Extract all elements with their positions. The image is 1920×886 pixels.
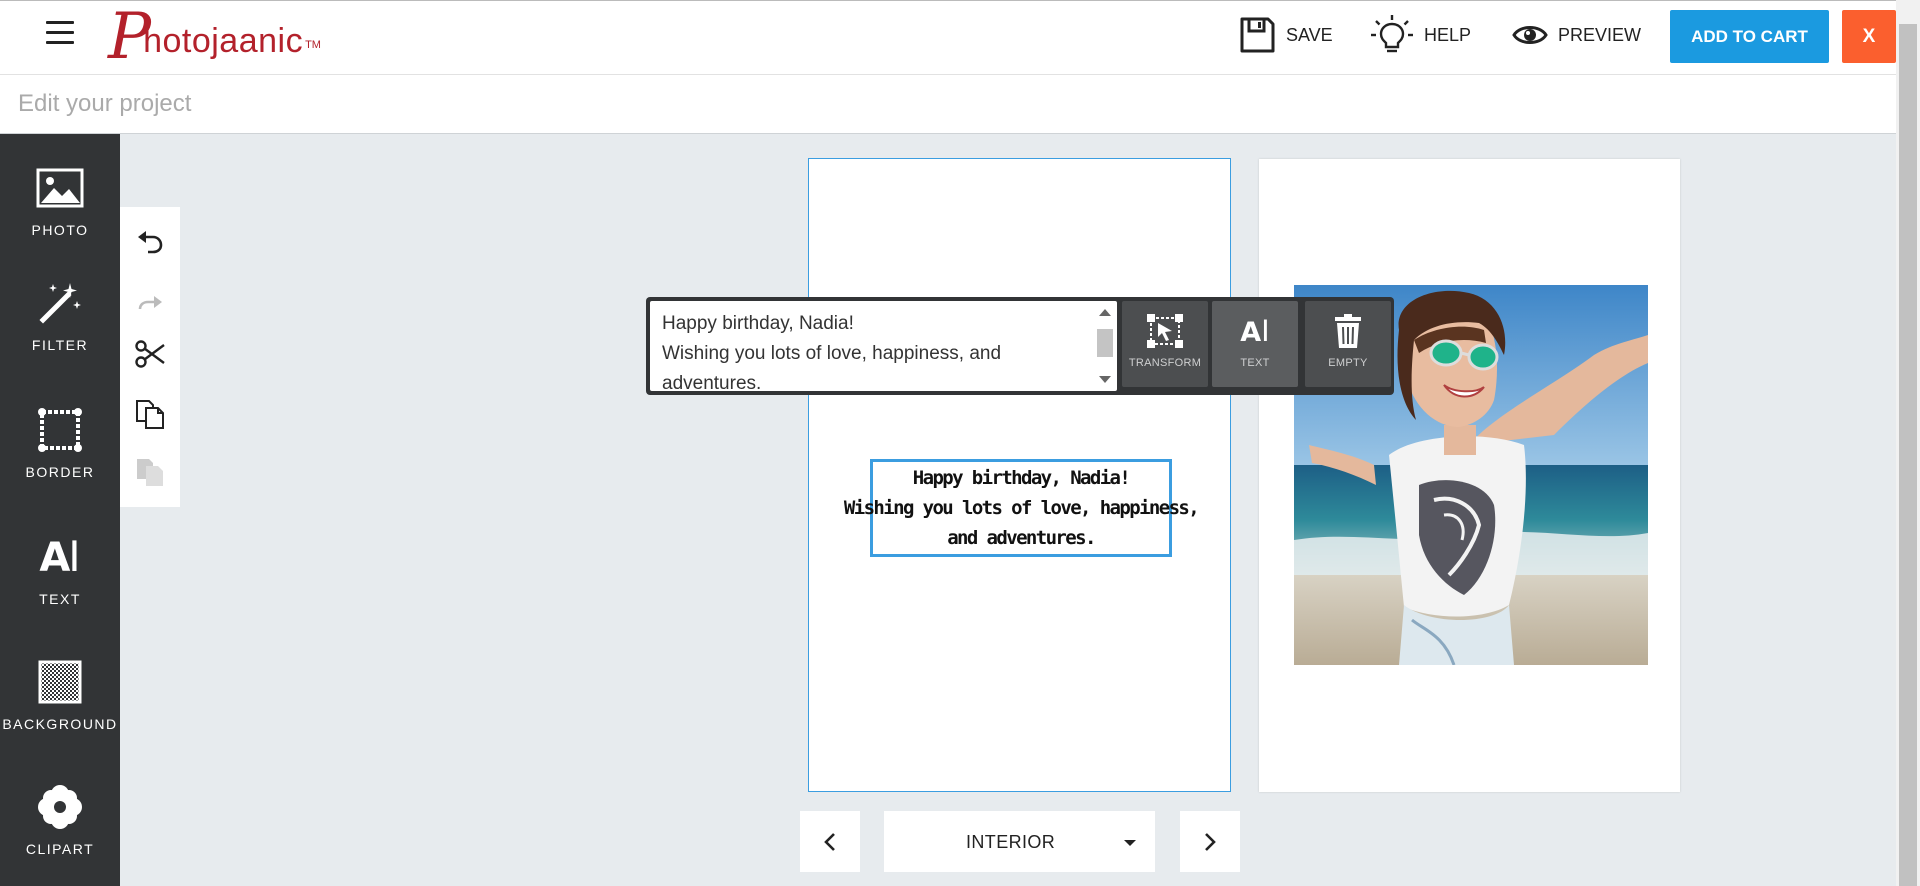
lightbulb-icon [1371,15,1413,53]
undo-icon [138,231,163,254]
scroll-thumb[interactable] [1097,329,1113,357]
redo-button[interactable] [120,277,180,327]
sidebar-item-clipart[interactable]: CLIPART [0,759,120,879]
checker-icon [38,660,82,704]
project-name-bar [0,75,1896,134]
undo-button[interactable] [120,218,180,268]
chevron-left-icon [824,832,835,851]
copy-icon [136,400,164,429]
text-icon: AI [1240,314,1270,348]
photo-icon [36,168,84,208]
project-name-input[interactable] [0,75,1896,133]
transform-button[interactable]: TRANSFORM [1122,301,1208,387]
sidebar-item-text[interactable]: AI TEXT [0,509,120,629]
card-text-line: and adventures. [947,527,1096,549]
previous-page-button[interactable] [800,811,860,872]
paste-icon [137,459,163,486]
add-to-cart-button[interactable]: ADD TO CART [1670,10,1829,63]
sidebar-item-photo[interactable]: PHOTO [0,134,120,254]
page-scrollbar[interactable] [1896,0,1920,886]
text-style-button[interactable]: AI TEXT [1212,301,1298,387]
scroll-down-arrow-icon[interactable] [1099,376,1111,383]
text-edit-area [650,301,1117,391]
text-edit-popup: TRANSFORM AI TEXT EMPTY [646,297,1394,395]
page-scrollbar-thumb[interactable] [1899,24,1917,886]
transform-icon [1147,314,1183,348]
text-edit-input[interactable] [650,301,1096,391]
sidebar-item-filter[interactable]: FILTER [0,259,120,379]
close-button[interactable]: X [1842,10,1896,63]
card-text-line: Happy birthday, Nadia! [912,467,1131,489]
next-page-button[interactable] [1180,811,1240,872]
flower-icon [38,785,82,829]
save-button[interactable]: SAVE [1238,11,1333,59]
empty-button[interactable]: EMPTY [1305,301,1391,387]
page-section-select[interactable]: INTERIOR [884,811,1155,872]
cut-button[interactable] [120,329,180,379]
text-edit-scrollbar[interactable] [1096,305,1113,387]
preview-button[interactable]: PREVIEW [1512,11,1641,59]
hamburger-menu-icon[interactable] [46,21,74,47]
scroll-up-arrow-icon[interactable] [1099,309,1111,316]
trash-icon [1335,314,1361,348]
left-sidebar: PHOTO FILTER BORDER AI TEXT BACKGROUND C… [0,134,120,886]
sidebar-item-background[interactable]: BACKGROUND [0,634,120,754]
text-icon: AI [39,531,81,581]
border-icon [38,408,82,452]
card-text-box[interactable]: Happy birthday, Nadia! Wishing you lots … [844,459,1200,557]
chevron-right-icon [1205,832,1216,851]
caret-down-icon [1124,840,1136,846]
edit-tools [120,207,180,507]
top-header: P hotojaanic TM SAVE HELP PREVIEW ADD TO… [0,0,1896,75]
redo-icon [138,296,162,310]
help-button[interactable]: HELP [1370,11,1471,59]
paste-button[interactable] [120,447,180,497]
scissors-icon [135,340,165,368]
magic-wand-icon [39,283,81,324]
sidebar-item-border[interactable]: BORDER [0,384,120,504]
photojaanic-logo[interactable]: P hotojaanic TM [108,3,321,69]
eye-icon [1512,26,1548,44]
card-text-line: Wishing you lots of love, happiness, [843,497,1200,519]
floppy-disk-icon [1240,17,1275,53]
copy-button[interactable] [120,389,180,439]
